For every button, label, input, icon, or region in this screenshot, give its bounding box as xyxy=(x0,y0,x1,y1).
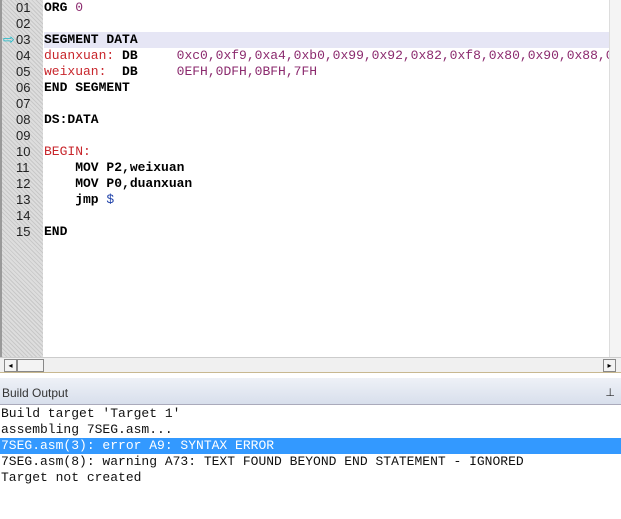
line-number: 06 xyxy=(16,80,31,95)
output-line-selected[interactable]: 7SEG.asm(3): error A9: SYNTAX ERROR xyxy=(0,438,621,454)
build-output-panel[interactable]: Build target 'Target 1' assembling 7SEG.a… xyxy=(0,405,621,519)
line-number: 02 xyxy=(16,16,31,31)
code-line[interactable]: weixuan: DB 0EFH,0DFH,0BFH,7FH xyxy=(44,64,613,80)
code-line[interactable]: ORG 0 xyxy=(44,0,613,16)
code-line[interactable]: MOV P2,weixuan xyxy=(44,160,613,176)
line-number: 13 xyxy=(16,192,31,207)
build-output-title: Build Output xyxy=(2,386,69,400)
code-line[interactable]: BEGIN: xyxy=(44,144,613,160)
scroll-right-button[interactable]: ▸ xyxy=(603,359,616,372)
code-token: SEGMENT DATA xyxy=(44,32,138,47)
code-token: DB xyxy=(114,48,177,63)
code-token: END xyxy=(44,224,68,239)
line-number: 01 xyxy=(16,0,31,15)
line-number: 04 xyxy=(16,48,31,63)
code-token: ORG xyxy=(44,0,76,15)
code-token: DB xyxy=(106,64,177,79)
line-number: 15 xyxy=(16,224,31,239)
scroll-left-button[interactable]: ◂ xyxy=(4,359,17,372)
line-number: 14 xyxy=(16,208,31,223)
code-line[interactable]: SEGMENT DATA xyxy=(44,32,613,48)
code-token: duanxuan: xyxy=(44,48,115,63)
output-line[interactable]: assembling 7SEG.asm... xyxy=(0,422,621,438)
code-line[interactable] xyxy=(44,16,613,32)
code-token: BEGIN: xyxy=(44,144,91,159)
code-line[interactable] xyxy=(44,208,613,224)
line-number: 05 xyxy=(16,64,31,79)
pin-icon[interactable]: ⊥ xyxy=(605,386,615,399)
code-token: MOV P2,weixuan xyxy=(44,160,185,175)
line-number: 07 xyxy=(16,96,31,111)
code-line[interactable]: duanxuan: DB 0xc0,0xf9,0xa4,0xb0,0x99,0x… xyxy=(44,48,613,64)
line-number: 12 xyxy=(16,176,31,191)
code-line[interactable]: DS:DATA xyxy=(44,112,613,128)
code-line[interactable] xyxy=(44,96,613,112)
code-line[interactable]: MOV P0,duanxuan xyxy=(44,176,613,192)
code-token: 0xc0,0xf9,0xa4,0xb0,0x99,0x92,0x82,0xf8,… xyxy=(176,48,613,63)
code-token: 0EFH,0DFH,0BFH,7FH xyxy=(176,64,318,79)
output-line[interactable]: Target not created xyxy=(0,470,621,486)
build-output-header: Build Output ⊥ xyxy=(0,378,621,405)
code-token: $ xyxy=(106,192,115,207)
code-token: MOV P0,duanxuan xyxy=(44,176,193,191)
line-number: 11 xyxy=(16,160,30,175)
horizontal-scrollbar[interactable]: ◂ ▸ xyxy=(0,357,621,373)
line-number: 09 xyxy=(16,128,31,143)
code-editor[interactable]: 01 ORG 0 02 03 ⇨ SEGMENT DATA 04 duanxuan: DB 0… xyxy=(0,0,621,357)
vertical-scrollbar[interactable] xyxy=(609,0,621,357)
code-token: DS:DATA xyxy=(44,112,99,127)
code-line[interactable]: END SEGMENT xyxy=(44,80,613,96)
line-number: 10 xyxy=(16,144,31,159)
scroll-thumb[interactable] xyxy=(17,359,44,372)
code-line[interactable] xyxy=(44,128,613,144)
line-number: 08 xyxy=(16,112,31,127)
code-token: weixuan: xyxy=(44,64,107,79)
code-token: jmp xyxy=(44,192,107,207)
code-token: 0 xyxy=(75,0,84,15)
code-token: END SEGMENT xyxy=(44,80,130,95)
code-line[interactable]: END xyxy=(44,224,613,240)
output-line[interactable]: 7SEG.asm(8): warning A73: TEXT FOUND BEY… xyxy=(0,454,621,470)
current-line-arrow-icon: ⇨ xyxy=(3,32,15,48)
code-line[interactable]: jmp $ xyxy=(44,192,613,208)
output-line[interactable]: Build target 'Target 1' xyxy=(0,406,621,422)
